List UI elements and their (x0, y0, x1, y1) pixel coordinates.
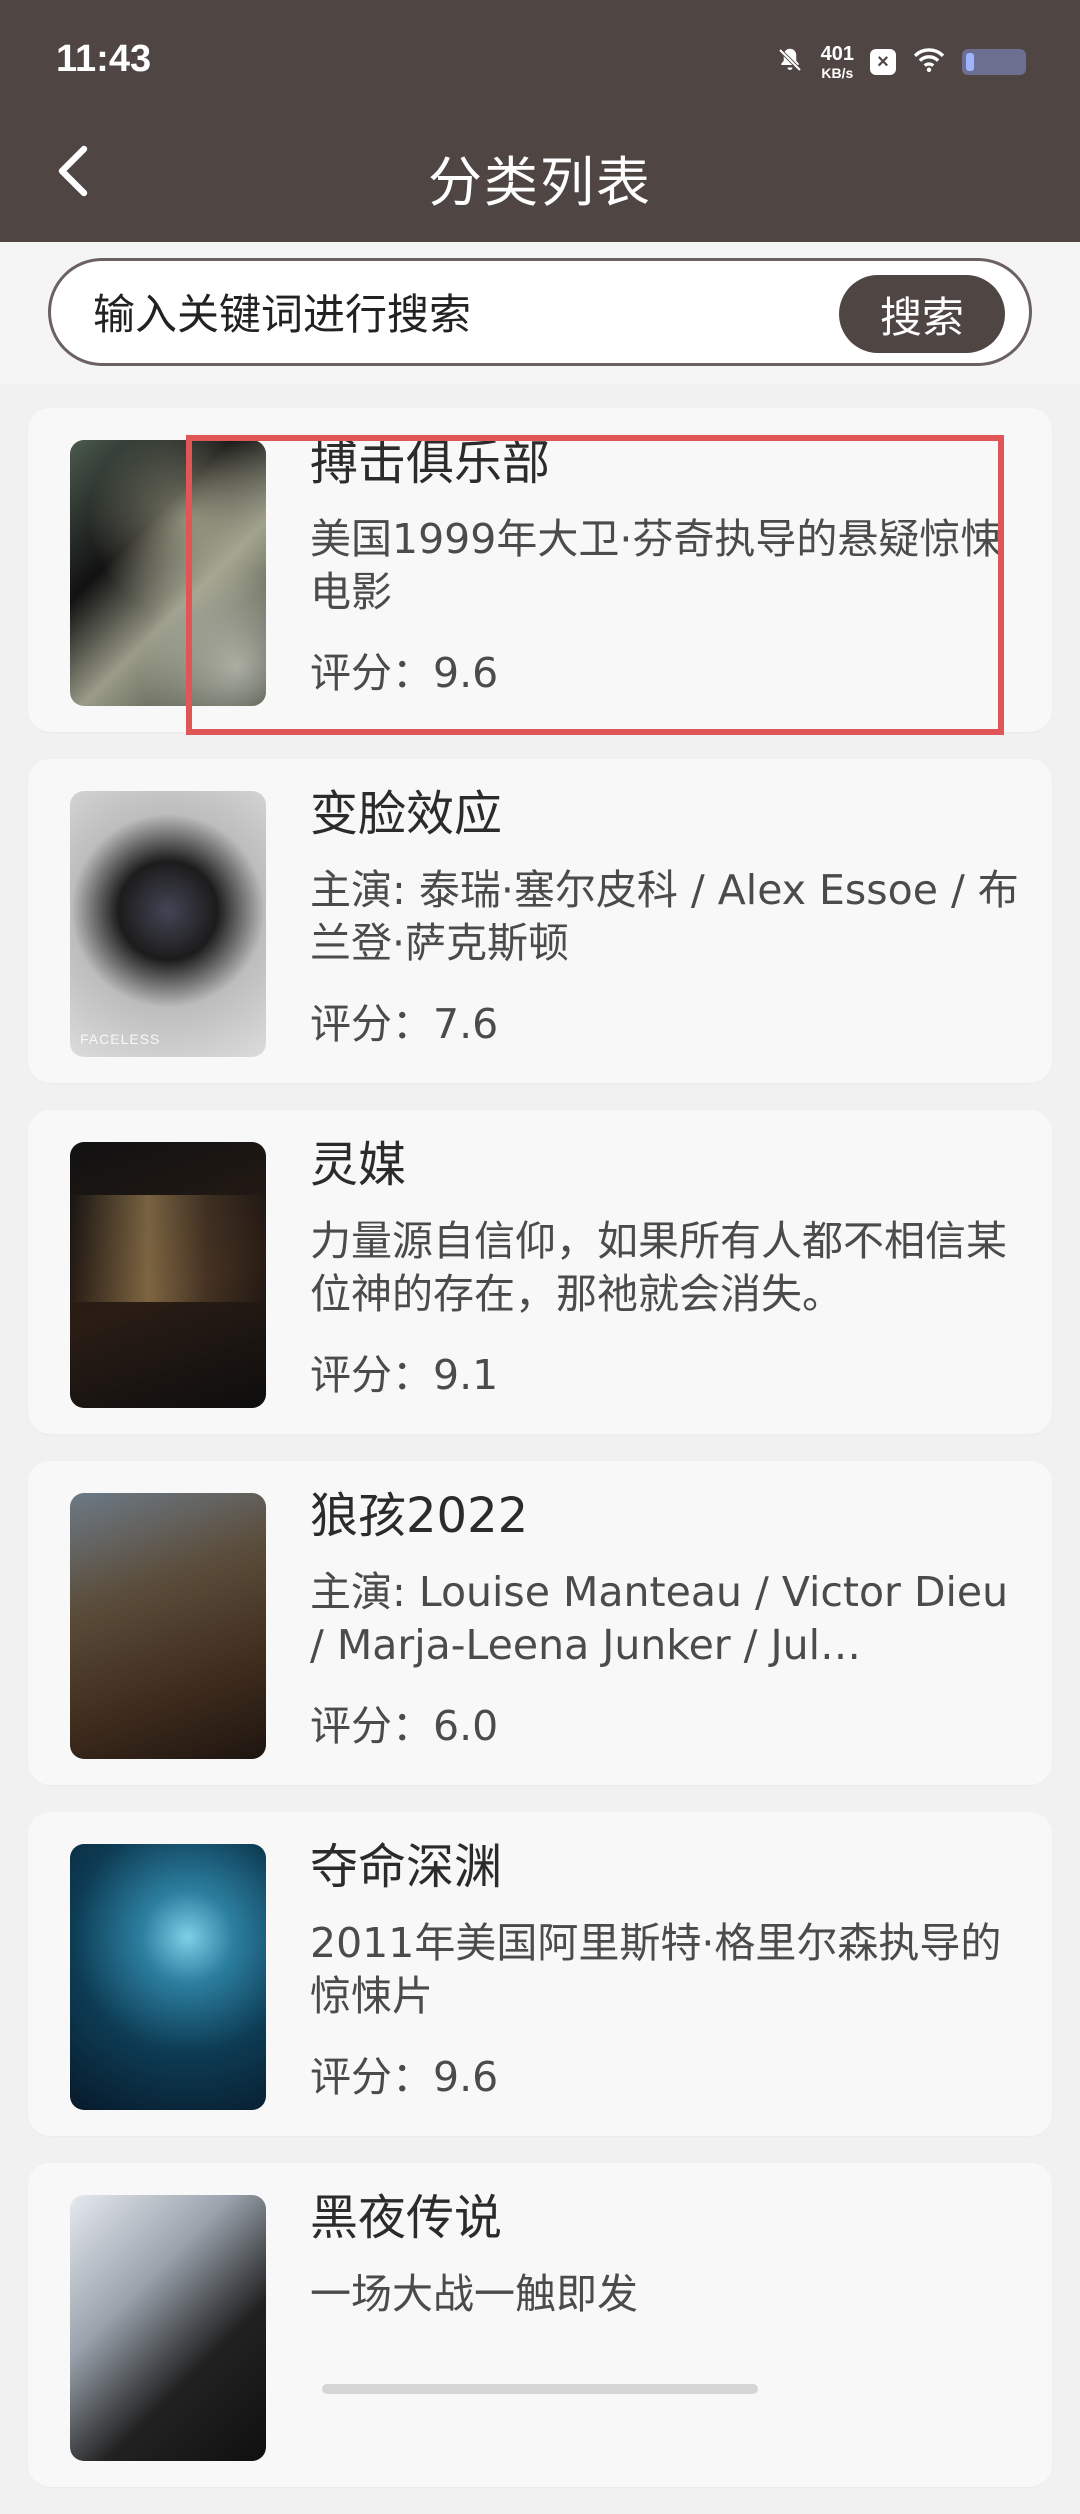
movie-rating: 评分：7.6 (310, 1000, 499, 1049)
wifi-icon (912, 46, 946, 78)
movie-info: 狼孩2022 主演: Louise Manteau / Victor Dieu … (310, 1488, 1030, 1752)
movie-info: 搏击俱乐部 美国1999年大卫·芬奇执导的悬疑惊悚电影 评分：9.6 (310, 435, 1030, 699)
movie-title: 夺命深渊 (310, 1839, 503, 1895)
movie-title: 黑夜传说 (310, 2190, 503, 2246)
movie-info: 灵媒 力量源自信仰，如果所有人都不相信某位神的存在，那祂就会消失。 评分：9.1 (310, 1137, 1030, 1401)
x-icon: × (870, 49, 896, 75)
movie-rating: 评分：9.6 (310, 2053, 499, 2102)
app-header: 11:43 401 KB/s × 分类列表 (0, 0, 1080, 242)
movie-description: 一场大战一触即发 (310, 2270, 638, 2319)
movie-card[interactable]: 黑夜传说 一场大战一触即发 (28, 2163, 1052, 2487)
movie-card[interactable]: 狼孩2022 主演: Louise Manteau / Victor Dieu … (28, 1461, 1052, 1785)
movie-rating: 评分：9.6 (310, 649, 499, 698)
movie-poster (70, 1844, 266, 2110)
movie-card[interactable]: FACELESS 变脸效应 主演: 泰瑞·塞尔皮科 / Alex Essoe /… (28, 759, 1052, 1083)
movie-card[interactable]: 夺命深渊 2011年美国阿里斯特·格里尔森执导的惊悚片 评分：9.6 (28, 1812, 1052, 2136)
status-time: 11:43 (56, 38, 152, 80)
movie-description: 主演: 泰瑞·塞尔皮科 / Alex Essoe / 布兰登·萨克斯顿 (310, 866, 1019, 968)
page-title: 分类列表 (428, 151, 652, 214)
movie-poster (70, 2195, 266, 2461)
movie-description: 美国1999年大卫·芬奇执导的悬疑惊悚电影 (310, 515, 1002, 617)
movie-info: 夺命深渊 2011年美国阿里斯特·格里尔森执导的惊悚片 评分：9.6 (310, 1839, 1030, 2103)
battery-icon (962, 49, 1026, 75)
search-area: 搜索 (0, 242, 1080, 384)
movie-card[interactable]: 灵媒 力量源自信仰，如果所有人都不相信某位神的存在，那祂就会消失。 评分：9.1 (28, 1110, 1052, 1434)
poster-title: FACELESS (80, 1031, 161, 1047)
movie-info: 黑夜传说 一场大战一触即发 (310, 2190, 1030, 2394)
movie-poster: FACELESS (70, 791, 266, 1057)
movie-description: 主演: Louise Manteau / Victor Dieu / Marja… (310, 1568, 1009, 1670)
movie-list: 搏击俱乐部 美国1999年大卫·芬奇执导的悬疑惊悚电影 评分：9.6 FACEL… (28, 408, 1052, 2514)
movie-title: 狼孩2022 (310, 1488, 529, 1544)
movie-info: 变脸效应 主演: 泰瑞·塞尔皮科 / Alex Essoe / 布兰登·萨克斯顿… (310, 786, 1030, 1050)
movie-title: 变脸效应 (310, 786, 503, 842)
movie-rating: 评分：6.0 (310, 1702, 499, 1751)
movie-rating: 评分：9.1 (310, 1351, 499, 1400)
movie-description: 力量源自信仰，如果所有人都不相信某位神的存在，那祂就会消失。 (310, 1217, 1007, 1319)
movie-poster (70, 440, 266, 706)
status-icons: 401 KB/s × (775, 38, 1026, 86)
mute-icon (775, 45, 805, 79)
search-button[interactable]: 搜索 (839, 275, 1005, 353)
movie-poster (70, 1142, 266, 1408)
movie-description: 2011年美国阿里斯特·格里尔森执导的惊悚片 (310, 1919, 1002, 2021)
movie-title: 灵媒 (310, 1137, 407, 1193)
search-box: 搜索 (48, 258, 1032, 366)
home-indicator[interactable] (322, 2384, 758, 2394)
movie-title: 搏击俱乐部 (310, 435, 551, 491)
movie-card[interactable]: 搏击俱乐部 美国1999年大卫·芬奇执导的悬疑惊悚电影 评分：9.6 (28, 408, 1052, 732)
net-speed: 401 KB/s (820, 43, 854, 81)
search-input[interactable] (91, 281, 835, 347)
movie-poster (70, 1493, 266, 1759)
